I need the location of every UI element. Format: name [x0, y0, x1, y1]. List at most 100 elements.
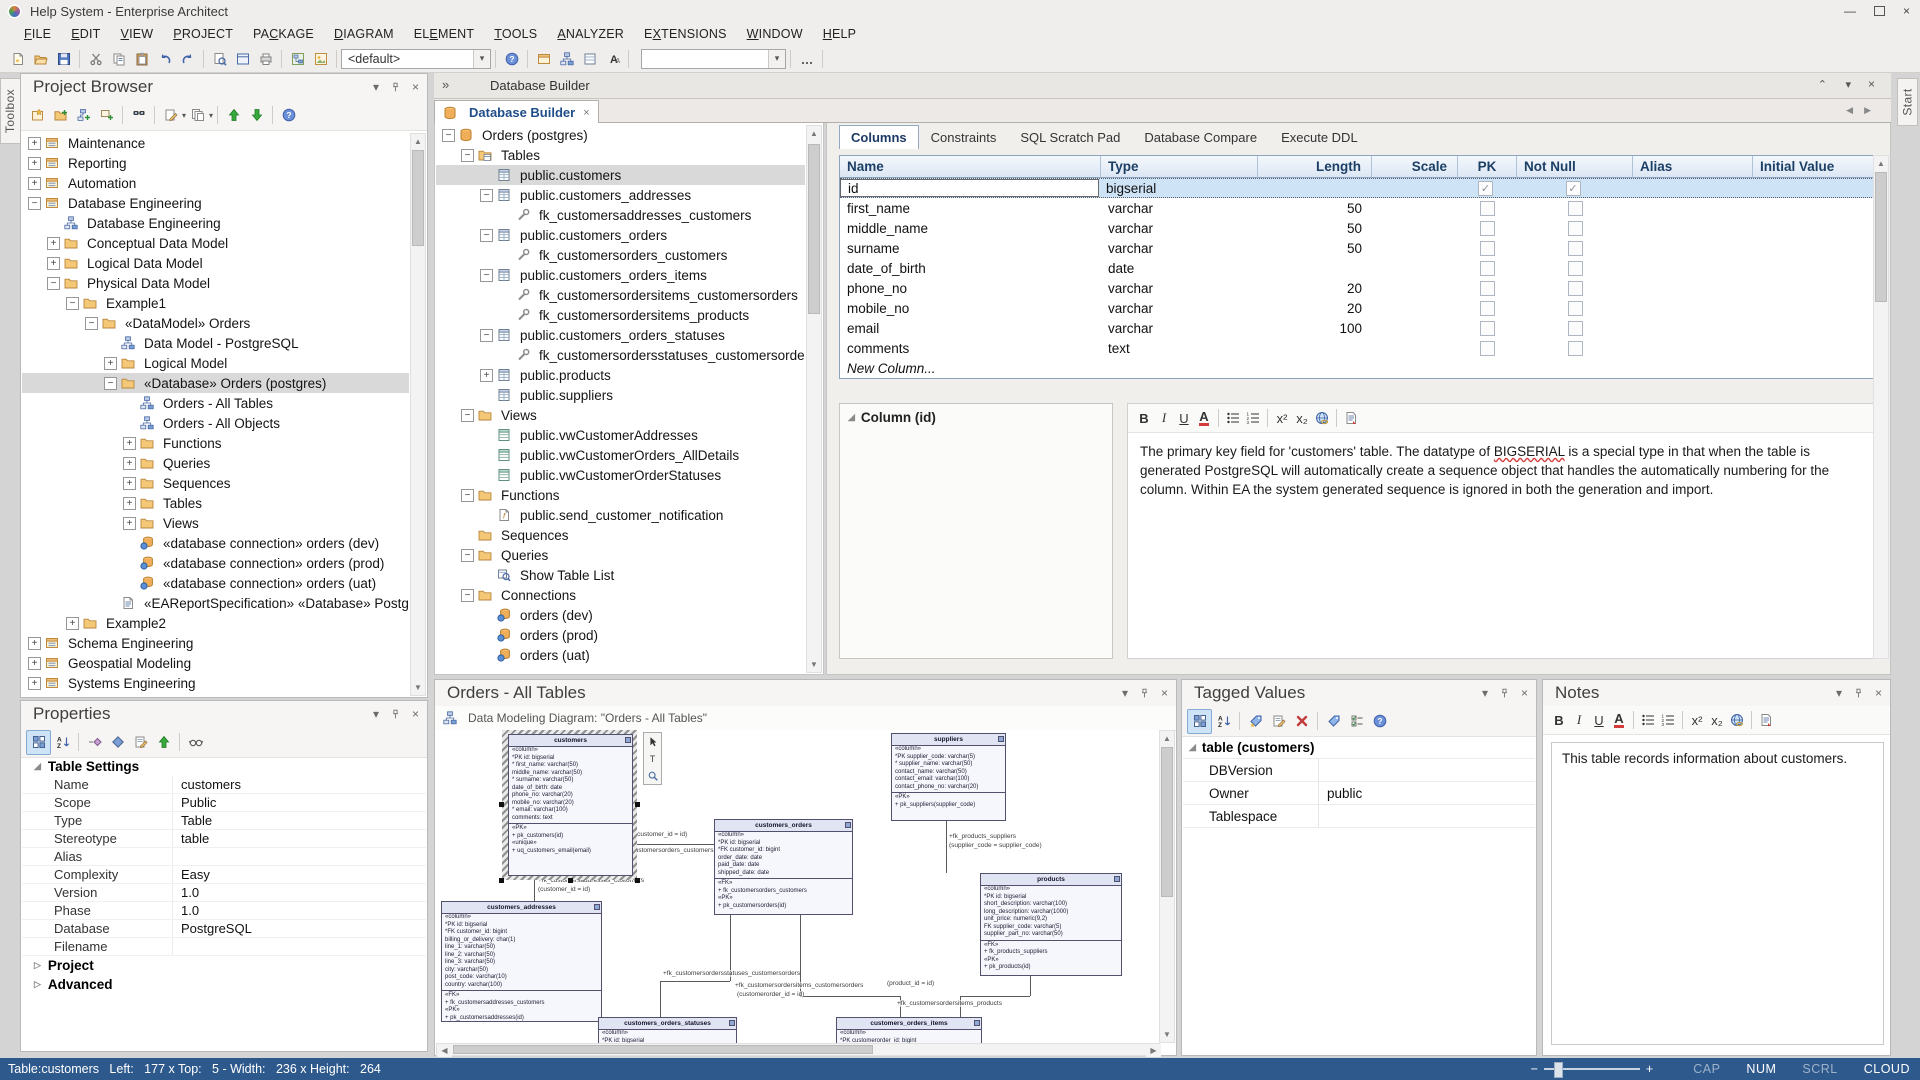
close-icon[interactable]: × — [412, 80, 419, 94]
toolbar-find-doc[interactable] — [208, 47, 231, 70]
checkbox-notnull[interactable] — [1568, 341, 1583, 356]
menu-analyzer[interactable]: ANALYZER — [547, 27, 634, 41]
close-icon[interactable]: × — [1521, 686, 1528, 700]
font-color-button[interactable]: A — [1609, 710, 1629, 730]
start-dock-tab[interactable]: Start — [1897, 78, 1918, 126]
select-tool-icon[interactable] — [644, 733, 661, 750]
selection-handle[interactable] — [499, 878, 504, 883]
db-tree-scrollbar[interactable]: ▲ ▼ — [806, 125, 822, 673]
numbered-list-button[interactable]: 123 — [1243, 408, 1263, 428]
font-color-button[interactable]: A — [1194, 408, 1214, 428]
subscript-button[interactable]: x₂ — [1707, 710, 1727, 730]
toolbar-pkg-nav[interactable] — [532, 47, 555, 70]
column-header-name[interactable]: Name — [840, 156, 1101, 178]
diagram-canvas[interactable]: (customer_id = id)+fk_customersorders_cu… — [435, 730, 1160, 1043]
tree-item[interactable]: «database connection» orders (prod) — [22, 553, 409, 573]
tree-item[interactable]: −Functions — [436, 485, 805, 505]
tree-item[interactable]: public.vwCustomerOrderStatuses — [436, 465, 805, 485]
expander[interactable]: − — [66, 297, 79, 310]
expander[interactable]: + — [28, 157, 41, 170]
property-value[interactable] — [172, 848, 426, 865]
search-combo[interactable]: ▾ — [641, 49, 786, 69]
expander[interactable]: − — [461, 489, 474, 502]
checkbox-pk[interactable] — [1480, 201, 1495, 216]
zoom-out-icon[interactable]: − — [1531, 1062, 1538, 1076]
tree-item[interactable]: Show Table List — [436, 565, 805, 585]
property-value[interactable]: Easy — [172, 866, 426, 883]
tree-item[interactable]: «database connection» orders (uat) — [22, 573, 409, 593]
toolbar-copy[interactable] — [107, 47, 130, 70]
expander[interactable]: − — [480, 229, 493, 242]
column-row[interactable]: commentstext — [840, 338, 1874, 358]
property-row[interactable]: Namecustomers — [22, 776, 426, 794]
column-header-alias[interactable]: Alias — [1633, 156, 1753, 178]
toolbar-save[interactable] — [52, 47, 75, 70]
workspace-tab-label[interactable]: Database Builder — [490, 78, 590, 93]
toolbar-new-model[interactable] — [26, 104, 49, 127]
checkbox-notnull[interactable] — [1568, 201, 1583, 216]
tree-item[interactable]: +Example2 — [22, 613, 409, 633]
checkbox-pk[interactable] — [1480, 241, 1495, 256]
linked-document-button[interactable] — [1756, 710, 1776, 730]
toolbar-list-view[interactable] — [578, 47, 601, 70]
close-icon[interactable]: × — [1161, 686, 1168, 700]
tree-item[interactable]: −Queries — [436, 545, 805, 565]
tree-item[interactable]: public.vwCustomerAddresses — [436, 425, 805, 445]
pin-icon[interactable] — [1139, 688, 1150, 699]
expander[interactable]: + — [28, 637, 41, 650]
italic-button[interactable]: I — [1154, 408, 1174, 428]
expander[interactable]: + — [47, 237, 60, 250]
tree-item[interactable]: +Maintenance — [22, 133, 409, 153]
tag-value[interactable]: public — [1319, 786, 1362, 801]
column-header-not-null[interactable]: Not Null — [1517, 156, 1633, 178]
toolbar-open-folder[interactable] — [29, 47, 52, 70]
expander[interactable]: − — [461, 149, 474, 162]
entity-customers[interactable]: customers«column»*PK id: bigserial* firs… — [508, 734, 633, 876]
tab-close-icon[interactable]: × — [583, 107, 589, 119]
diagram-hscrollbar[interactable]: ◀ ▶ — [436, 1043, 1160, 1056]
toolbar-copy-stack[interactable] — [186, 104, 209, 127]
new-column-row[interactable]: New Column... — [840, 358, 1874, 378]
tree-item[interactable]: +Geospatial Modeling — [22, 653, 409, 673]
expander[interactable]: − — [480, 189, 493, 202]
property-row[interactable]: DatabasePostgreSQL — [22, 920, 426, 938]
property-group[interactable]: ▷Project — [22, 956, 426, 975]
tab-overflow-icon[interactable]: » — [442, 77, 449, 92]
tree-item[interactable]: public.vwCustomerOrders_AllDetails — [436, 445, 805, 465]
tree-item[interactable]: −Example1 — [22, 293, 409, 313]
menu-tools[interactable]: TOOLS — [484, 27, 547, 41]
expander[interactable]: − — [442, 129, 455, 142]
window-menu-icon[interactable]: ▾ — [1845, 78, 1851, 91]
panel-menu-icon[interactable]: ▾ — [1122, 686, 1128, 700]
zoom-control[interactable]: − + — [1531, 1062, 1654, 1076]
chevron-down-icon[interactable]: ▾ — [473, 50, 490, 68]
hyperlink-globe-button[interactable] — [1727, 710, 1747, 730]
tree-item[interactable]: orders (uat) — [436, 645, 805, 665]
property-value[interactable]: table — [172, 830, 426, 847]
column-row[interactable]: idbigserial✓✓ — [840, 178, 1874, 198]
pin-icon[interactable] — [390, 709, 401, 720]
tree-item[interactable]: +Queries — [22, 453, 409, 473]
menu-view[interactable]: VIEW — [111, 27, 164, 41]
expander[interactable]: + — [28, 657, 41, 670]
property-value[interactable]: 1.0 — [172, 884, 426, 901]
entity-customers_orders_items[interactable]: customers_orders_items«column»*PK custom… — [836, 1017, 982, 1043]
diagram-vscrollbar[interactable]: ▲ ▼ — [1159, 730, 1175, 1043]
toolbar-frame-image[interactable] — [309, 47, 332, 70]
toolbar-new-file[interactable] — [6, 47, 29, 70]
property-row[interactable]: TypeTable — [22, 812, 426, 830]
selection-handle[interactable] — [499, 802, 504, 807]
property-value[interactable] — [172, 938, 426, 955]
tree-item[interactable]: fk_customersordersitems_products — [436, 305, 805, 325]
column-row[interactable]: first_namevarchar50 — [840, 198, 1874, 218]
collapse-triangle-icon[interactable]: ◢ — [848, 412, 855, 423]
toolbar-move-up[interactable] — [222, 104, 245, 127]
property-value[interactable]: customers — [172, 776, 426, 793]
pin-icon[interactable] — [390, 82, 401, 93]
expander[interactable]: + — [28, 137, 41, 150]
tree-item[interactable]: public.suppliers — [436, 385, 805, 405]
panel-menu-icon[interactable]: ▾ — [373, 80, 379, 94]
tree-item[interactable]: −«Database» Orders (postgres) — [22, 373, 409, 393]
tree-item[interactable]: −«DataModel» Orders — [22, 313, 409, 333]
bold-button[interactable]: B — [1134, 408, 1154, 428]
